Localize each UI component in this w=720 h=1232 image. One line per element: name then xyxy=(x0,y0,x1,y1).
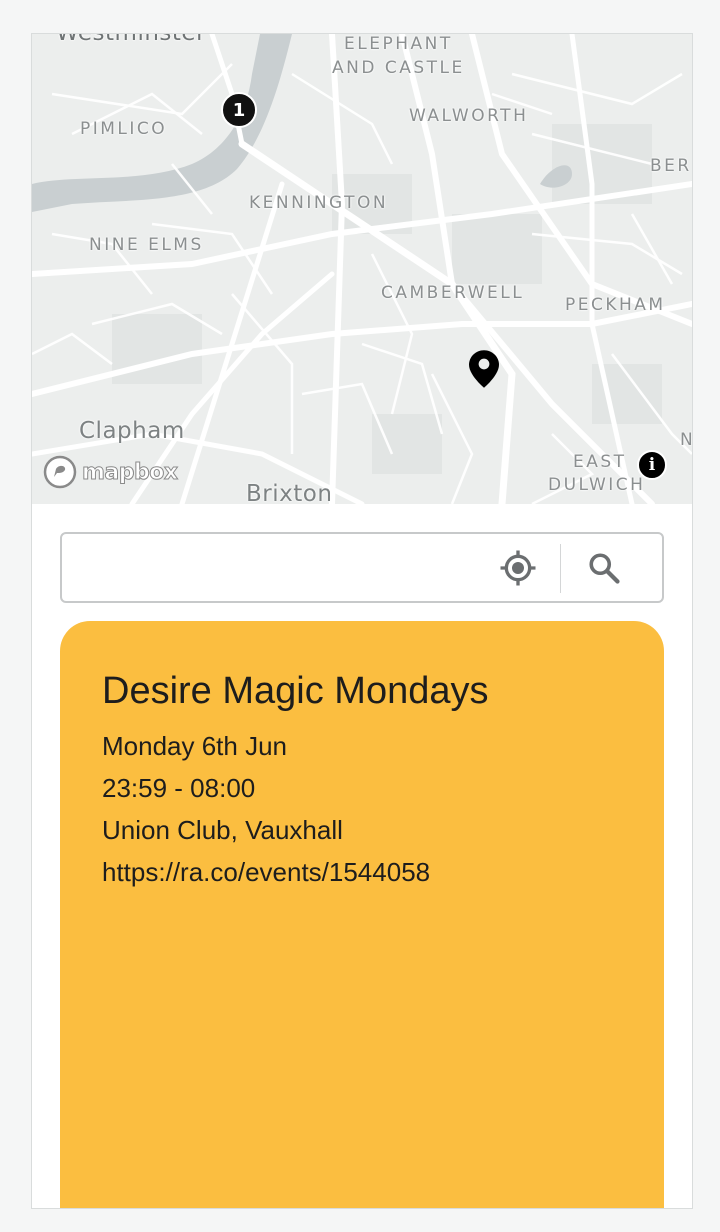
place-label-and-castle: AND CASTLE xyxy=(332,58,465,78)
event-title: Desire Magic Mondays xyxy=(102,670,489,712)
place-label-clapham: Clapham xyxy=(79,418,185,444)
search-button[interactable] xyxy=(582,546,626,590)
place-label-east: EAST xyxy=(573,452,627,472)
mapbox-wordmark: mapbox xyxy=(82,459,179,485)
place-label-walworth: WALWORTH xyxy=(409,106,529,126)
place-label-pimlico: PIMLICO xyxy=(80,119,168,139)
app-frame: Westminster ELEPHANT AND CASTLE PIMLICO … xyxy=(31,33,693,1209)
map-view[interactable]: Westminster ELEPHANT AND CASTLE PIMLICO … xyxy=(32,34,692,504)
place-label-brixton: Brixton xyxy=(246,481,333,504)
place-label-nine-elms: NINE ELMS xyxy=(89,235,204,255)
event-venue: Union Club, Vauxhall xyxy=(102,815,343,845)
place-label-kennington: KENNINGTON xyxy=(249,193,389,213)
mapbox-mark-icon xyxy=(43,455,77,489)
search-input[interactable] xyxy=(72,544,482,591)
my-location-button[interactable] xyxy=(496,546,540,590)
place-label-camberwell: CAMBERWELL xyxy=(381,283,525,303)
mapbox-logo[interactable]: mapbox xyxy=(42,454,179,490)
my-location-icon xyxy=(500,550,536,586)
event-date: Monday 6th Jun xyxy=(102,731,288,761)
place-label-westminster: Westminster xyxy=(56,34,206,46)
attribution-info-icon[interactable]: i xyxy=(637,450,667,480)
location-pin-icon[interactable] xyxy=(469,350,499,393)
place-label-dulwich: DULWICH xyxy=(548,475,646,495)
place-label-ber: BER xyxy=(650,156,692,176)
place-label-peckham: PECKHAM xyxy=(565,295,666,315)
event-time: 23:59 - 08:00 xyxy=(102,773,256,803)
place-label-n: N xyxy=(680,430,692,450)
search-divider xyxy=(560,544,561,593)
cluster-marker[interactable]: 1 xyxy=(221,92,257,128)
event-link[interactable]: https://ra.co/events/1544058 xyxy=(102,851,622,893)
event-card[interactable]: Desire Magic Mondays Monday 6th Jun 23:5… xyxy=(60,621,664,1208)
place-label-elephant: ELEPHANT xyxy=(344,34,453,54)
search-bar xyxy=(60,532,664,603)
search-icon xyxy=(589,553,620,584)
